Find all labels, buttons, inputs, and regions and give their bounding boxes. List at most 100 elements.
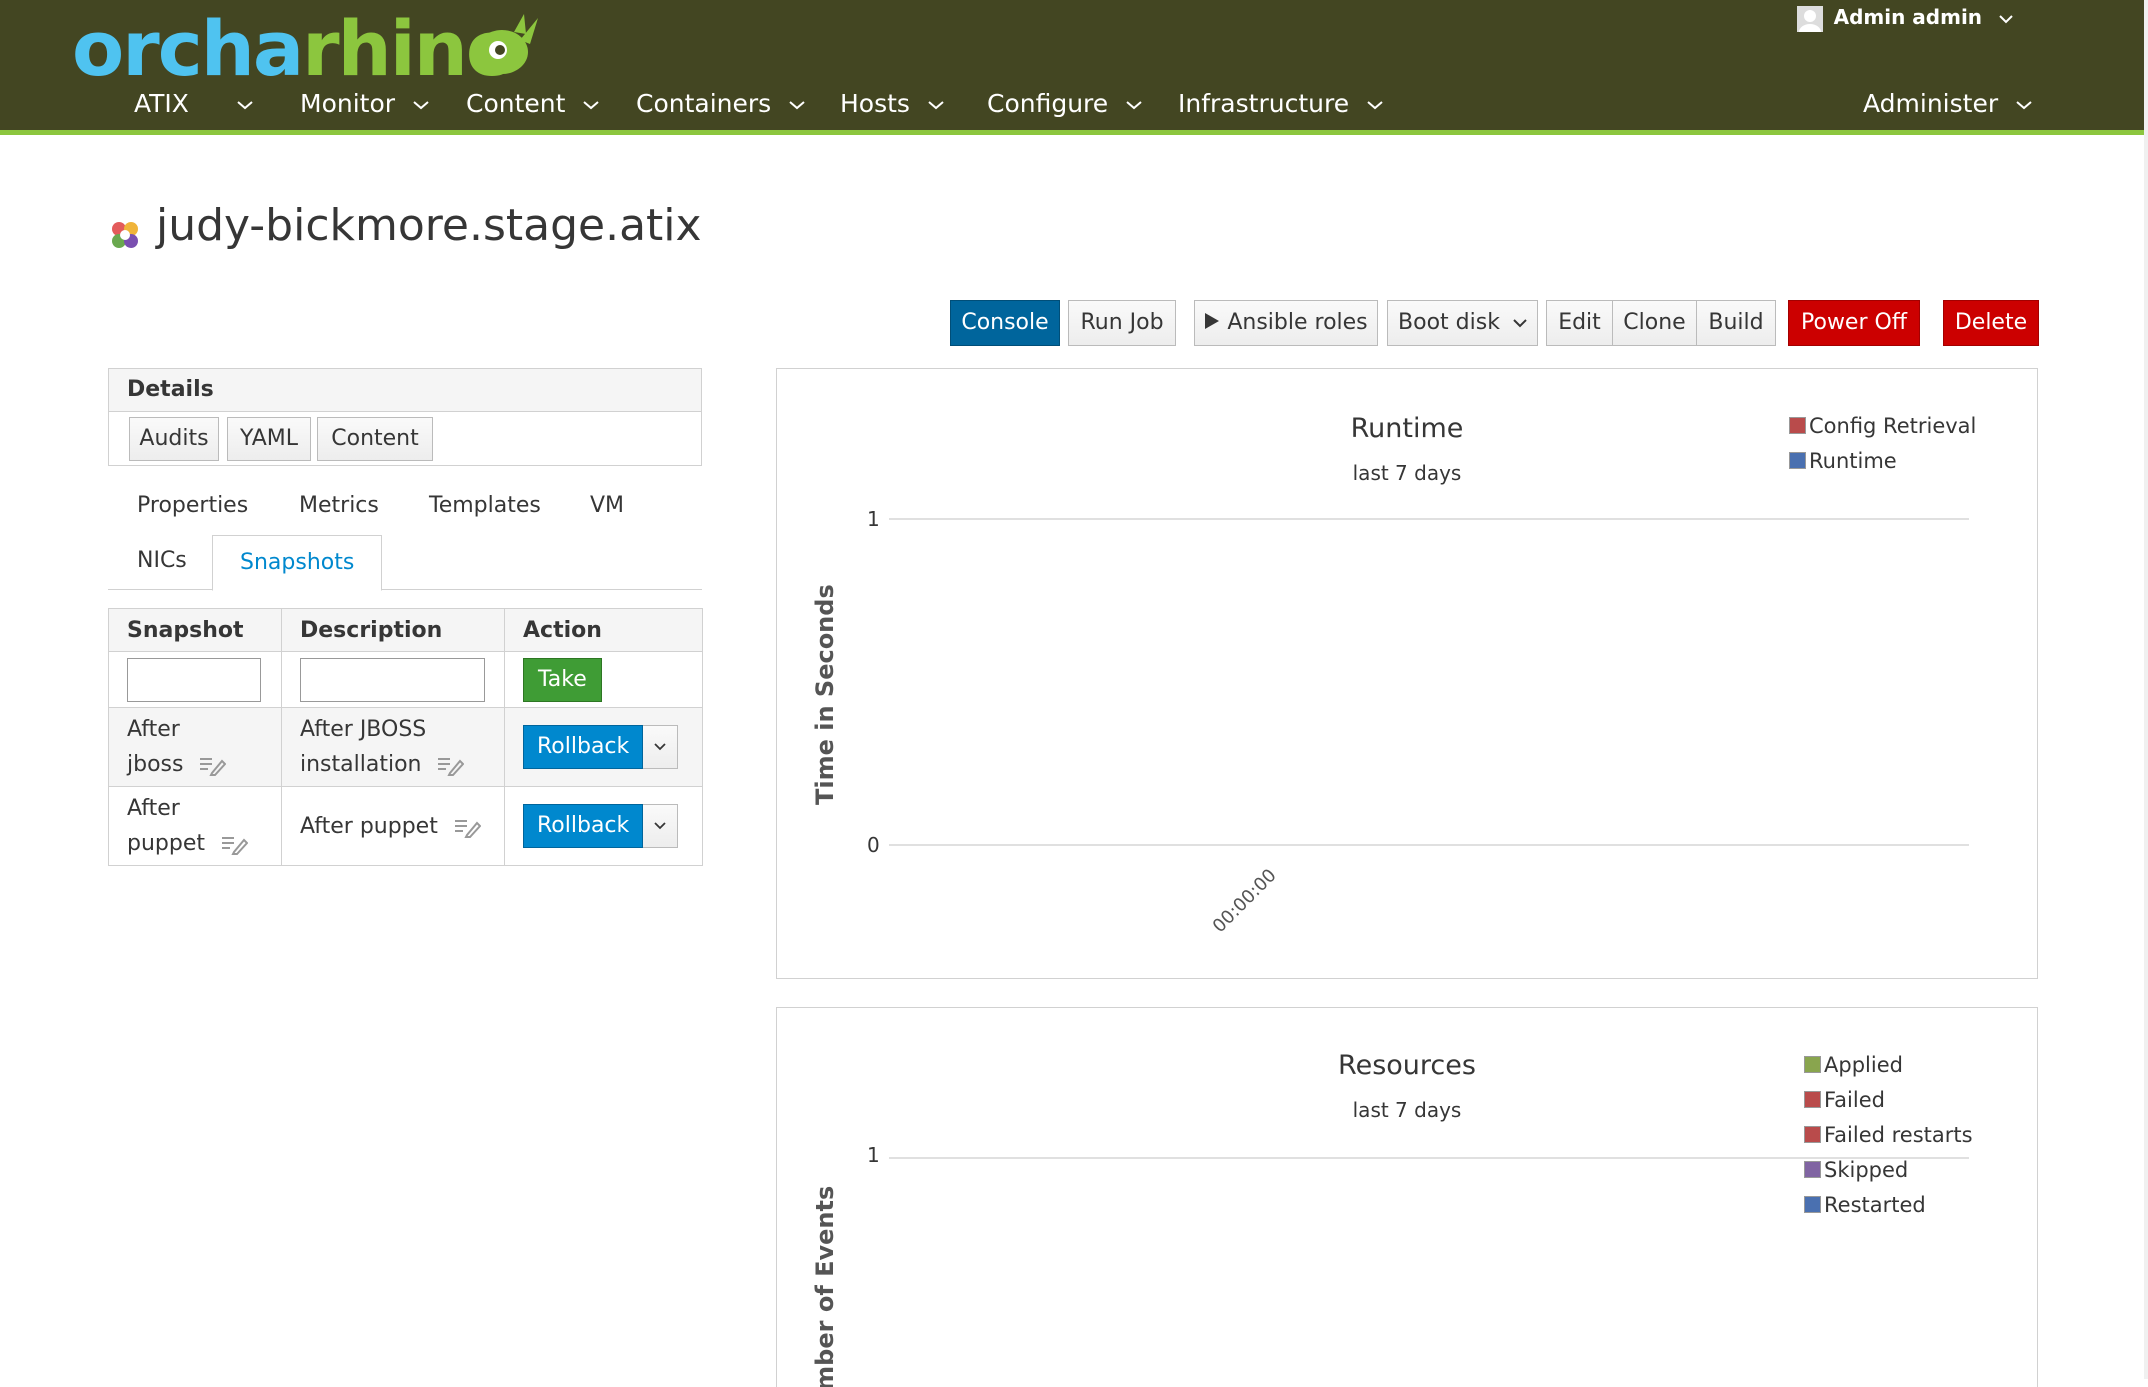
snapshot-description-line: After JBOSS <box>300 717 427 742</box>
nav-label: Content <box>466 89 566 118</box>
user-menu[interactable]: Admin admin <box>1796 2 2013 32</box>
tab-vm[interactable]: VM <box>590 479 624 533</box>
chevron-down-icon <box>1367 101 1383 110</box>
legend-item-config-retrieval[interactable]: Config Retrieval <box>1789 409 1976 444</box>
legend-label: Restarted <box>1824 1193 1926 1217</box>
runtime-chart-panel: Runtime last 7 days Config Retrieval Run… <box>776 368 2038 979</box>
rollback-button[interactable]: Rollback <box>523 725 644 769</box>
nav-label: Hosts <box>840 89 910 118</box>
tab-nics[interactable]: NICs <box>137 534 187 588</box>
nav-label: Administer <box>1863 89 1999 118</box>
legend-item-failed[interactable]: Failed <box>1804 1083 1973 1118</box>
resources-chart-panel: Resources last 7 days Applied Failed Fai… <box>776 1007 2038 1387</box>
edit-button[interactable]: Edit <box>1546 300 1612 346</box>
chevron-down-icon <box>1999 14 2013 23</box>
nav-item-monitor[interactable]: Monitor <box>300 84 429 124</box>
new-snapshot-row: Take <box>108 651 703 708</box>
build-button[interactable]: Build <box>1696 300 1776 346</box>
take-cell: Take <box>504 651 703 708</box>
logo-text-orcha: orcha <box>72 4 304 93</box>
gridline <box>889 518 1969 520</box>
nav-item-administer[interactable]: Administer <box>1863 84 2032 124</box>
y-tick-label: 0 <box>867 833 880 857</box>
window-scrollbar[interactable] <box>2144 0 2148 1379</box>
y-axis-title: Time in Seconds <box>811 584 839 805</box>
nav-label: Containers <box>636 89 772 118</box>
gridline <box>889 1157 1969 1159</box>
chevron-down-icon <box>654 743 666 751</box>
chevron-down-icon <box>583 101 600 110</box>
rollback-button[interactable]: Rollback <box>523 804 644 848</box>
clone-button[interactable]: Clone <box>1612 300 1696 346</box>
column-header-description: Description <box>281 608 505 652</box>
action-cell: Rollback <box>504 707 703 787</box>
legend-item-runtime[interactable]: Runtime <box>1789 444 1976 479</box>
nav-label: ATIX <box>134 89 189 118</box>
nav-item-configure[interactable]: Configure <box>987 84 1142 124</box>
table-row: After puppet After puppet Rollback <box>108 786 703 866</box>
legend-label: Skipped <box>1824 1158 1909 1182</box>
rollback-split-button: Rollback <box>523 804 679 848</box>
snapshot-description-line: After puppet <box>300 813 438 839</box>
chart-legend: Config Retrieval Runtime <box>1789 409 1976 479</box>
edit-pencil-icon[interactable] <box>220 833 248 855</box>
page-title: judy-bickmore.stage.atix <box>156 200 702 251</box>
orcharhino-logo[interactable]: orcharhino <box>72 4 518 94</box>
legend-label: Failed <box>1824 1088 1885 1112</box>
nav-item-containers[interactable]: Containers <box>636 84 805 124</box>
snapshot-name-input[interactable] <box>127 657 261 702</box>
tab-properties[interactable]: Properties <box>137 479 248 533</box>
ansible-roles-button[interactable]: Ansible roles <box>1194 300 1378 346</box>
run-job-button[interactable]: Run Job <box>1068 300 1176 346</box>
legend-swatch <box>1804 1091 1821 1108</box>
audits-button[interactable]: Audits <box>129 417 219 461</box>
details-heading: Details <box>109 369 701 412</box>
edit-pencil-icon[interactable] <box>453 816 481 838</box>
column-header-action: Action <box>504 608 703 652</box>
tab-templates[interactable]: Templates <box>429 479 541 533</box>
snapshot-description-cell: After puppet <box>281 786 505 866</box>
action-cell: Rollback <box>504 786 703 866</box>
rollback-dropdown-toggle[interactable] <box>643 725 679 769</box>
legend-swatch <box>1789 417 1806 434</box>
nav-item-infrastructure[interactable]: Infrastructure <box>1178 84 1383 124</box>
edit-pencil-icon[interactable] <box>436 754 465 776</box>
legend-item-restarted[interactable]: Restarted <box>1804 1188 1973 1223</box>
edit-pencil-icon[interactable] <box>198 754 227 776</box>
power-off-button[interactable]: Power Off <box>1788 300 1920 346</box>
legend-swatch <box>1804 1056 1821 1073</box>
nav-item-content[interactable]: Content <box>466 84 600 124</box>
boot-disk-label: Boot disk <box>1398 310 1500 335</box>
rhino-icon <box>476 14 538 74</box>
snapshot-name-cell: After jboss <box>108 707 282 787</box>
snapshot-description-input[interactable] <box>300 657 485 702</box>
chevron-down-icon <box>928 101 944 110</box>
main-nav: ATIX Monitor Content Containers Hosts Co… <box>0 84 2148 124</box>
play-icon <box>1205 313 1220 329</box>
nav-label: Configure <box>987 89 1109 118</box>
legend-item-applied[interactable]: Applied <box>1804 1048 1973 1083</box>
nav-item-hosts[interactable]: Hosts <box>840 84 944 124</box>
table-row: After jboss After JBOSS installation Rol… <box>108 707 703 787</box>
legend-label: Applied <box>1824 1053 1903 1077</box>
rollback-dropdown-toggle[interactable] <box>643 804 679 848</box>
yaml-button[interactable]: YAML <box>227 417 311 461</box>
chevron-down-icon <box>1126 101 1142 110</box>
console-button[interactable]: Console <box>950 300 1060 346</box>
legend-label: Failed restarts <box>1824 1123 1973 1147</box>
snapshot-description-cell <box>281 651 505 708</box>
legend-label: Runtime <box>1809 449 1897 473</box>
ansible-roles-label: Ansible roles <box>1227 310 1368 335</box>
nav-label: Infrastructure <box>1178 89 1350 118</box>
legend-item-failed-restarts[interactable]: Failed restarts <box>1804 1118 1973 1153</box>
nav-item-atix[interactable]: ATIX <box>134 84 253 124</box>
tab-metrics[interactable]: Metrics <box>299 479 379 533</box>
content-button[interactable]: Content <box>317 417 433 461</box>
table-header-row: Snapshot Description Action <box>108 608 703 652</box>
take-snapshot-button[interactable]: Take <box>523 657 602 702</box>
tab-snapshots[interactable]: Snapshots <box>212 535 383 591</box>
legend-label: Config Retrieval <box>1809 414 1977 438</box>
boot-disk-dropdown[interactable]: Boot disk <box>1387 300 1538 346</box>
delete-button[interactable]: Delete <box>1943 300 2039 346</box>
nav-label: Monitor <box>300 89 396 118</box>
